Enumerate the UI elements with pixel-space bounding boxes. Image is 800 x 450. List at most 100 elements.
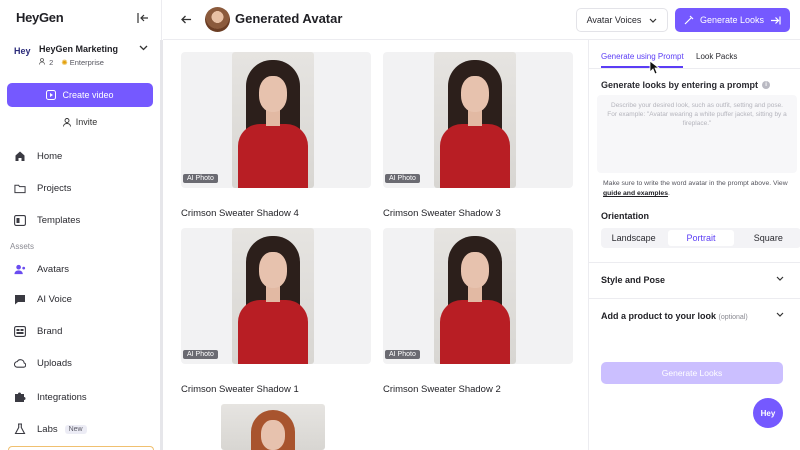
members-icon xyxy=(39,58,45,65)
collapse-sidebar-button[interactable] xyxy=(134,10,152,26)
chat-support-button[interactable]: Hey xyxy=(753,398,783,428)
orientation-landscape[interactable]: Landscape xyxy=(601,228,666,248)
page-title: Generated Avatar xyxy=(235,11,343,26)
page-header: Generated Avatar Avatar Voices Generate … xyxy=(163,0,800,40)
nav-item-uploads[interactable]: Uploads xyxy=(14,354,72,372)
avatar-icon xyxy=(14,263,26,275)
generated-looks-grid: AI Photo Crimson Sweater Shadow 4 AI Pho… xyxy=(163,40,588,450)
nav-label: Brand xyxy=(37,325,63,337)
orientation-selector: Landscape Portrait Square xyxy=(601,228,800,248)
tab-divider xyxy=(589,68,800,69)
add-product-accordion[interactable]: Add a product to your look (optional) xyxy=(589,298,800,334)
guide-link[interactable]: guide and examples xyxy=(603,190,668,197)
chevron-down-icon xyxy=(139,45,148,51)
style-pose-accordion[interactable]: Style and Pose xyxy=(589,262,800,298)
voice-icon xyxy=(14,293,26,305)
nav-item-ai-voice[interactable]: AI Voice xyxy=(14,290,72,308)
nav-item-templates[interactable]: Templates xyxy=(14,211,80,229)
optional-label: (optional) xyxy=(718,314,748,321)
nav-item-brand[interactable]: Brand xyxy=(14,322,62,340)
look-title: Crimson Sweater Shadow 3 xyxy=(383,208,501,219)
orientation-square[interactable]: Square xyxy=(736,228,800,248)
workspace-switcher[interactable]: Hey HeyGen Marketing 2 ✺ Enterprise xyxy=(10,40,152,72)
invite-label: Invite xyxy=(75,117,98,127)
nav-label: Home xyxy=(37,150,63,162)
puzzle-icon xyxy=(14,391,26,403)
folder-icon xyxy=(14,182,26,194)
chevron-down-icon xyxy=(776,276,784,281)
enterprise-icon: ✺ xyxy=(61,58,68,67)
generate-looks-header-label: Generate Looks xyxy=(699,15,765,25)
nav-label: Projects xyxy=(37,182,72,194)
nav-item-home[interactable]: Home xyxy=(14,147,62,165)
video-icon xyxy=(46,90,57,100)
app-logo[interactable]: HeyGen xyxy=(16,10,64,25)
create-video-button[interactable]: Create video xyxy=(7,83,153,107)
chevron-down-icon xyxy=(650,18,657,23)
look-photo[interactable] xyxy=(434,52,516,188)
template-icon xyxy=(14,214,26,226)
hint-text: Make sure to write the word avatar in th… xyxy=(603,180,788,187)
back-button[interactable] xyxy=(178,11,194,27)
sidebar-bottom-banner[interactable] xyxy=(8,446,154,450)
person-icon xyxy=(62,117,71,127)
prompt-hint: Make sure to write the word avatar in th… xyxy=(603,179,793,199)
look-photo[interactable] xyxy=(434,228,516,364)
workspace-plan: Enterprise xyxy=(69,58,104,67)
active-tab-indicator xyxy=(601,66,683,68)
hint-end: . xyxy=(667,190,670,197)
nav-label: Integrations xyxy=(37,391,87,403)
nav-label: Uploads xyxy=(37,357,72,369)
ai-photo-tag: AI Photo xyxy=(183,174,218,183)
workspace-member-count: 2 xyxy=(49,58,54,67)
prompt-input[interactable] xyxy=(597,95,797,173)
upload-icon xyxy=(14,357,26,369)
info-icon[interactable]: i xyxy=(762,81,771,89)
workspace-logo: Hey xyxy=(14,46,31,56)
ai-photo-tag: AI Photo xyxy=(385,174,420,183)
prompt-label-text: Generate looks by entering a prompt xyxy=(601,80,759,90)
look-photo[interactable] xyxy=(232,228,314,364)
nav-label: Templates xyxy=(37,214,81,226)
orientation-label: Orientation xyxy=(601,211,650,221)
nav-item-labs[interactable]: Labs New xyxy=(14,420,87,438)
generate-panel: Generate using Prompt Look Packs Generat… xyxy=(588,40,800,450)
style-pose-label: Style and Pose xyxy=(601,275,666,285)
invite-button[interactable]: Invite xyxy=(7,113,153,131)
sidebar: HeyGen Hey HeyGen Marketing 2 ✺ Enterpri… xyxy=(0,0,162,450)
generate-looks-header-button[interactable]: Generate Looks xyxy=(675,8,790,32)
assets-section-label: Assets xyxy=(10,242,35,251)
nav-label: AI Voice xyxy=(37,293,72,305)
ai-photo-tag: AI Photo xyxy=(385,350,420,359)
nav-label: Avatars xyxy=(37,263,70,275)
nav-label: Labs xyxy=(37,423,58,435)
workspace-name: HeyGen Marketing xyxy=(39,44,119,54)
collapse-icon xyxy=(137,13,148,23)
look-title: Crimson Sweater Shadow 4 xyxy=(181,208,299,219)
generate-looks-button[interactable]: Generate Looks xyxy=(601,362,783,384)
tab-look-packs[interactable]: Look Packs xyxy=(696,52,737,61)
flask-icon xyxy=(14,423,26,435)
avatar xyxy=(205,7,230,32)
arrow-right-bar-icon xyxy=(771,16,781,24)
nav-item-integrations[interactable]: Integrations xyxy=(14,388,87,406)
brand-icon xyxy=(14,325,26,337)
avatar-voices-dropdown[interactable]: Avatar Voices xyxy=(576,8,668,32)
nav-item-avatars[interactable]: Avatars xyxy=(14,260,69,278)
wand-icon xyxy=(684,15,694,25)
create-video-label: Create video xyxy=(62,90,114,100)
look-title: Crimson Sweater Shadow 1 xyxy=(181,384,299,395)
add-product-title: Add a product to your look (optional) xyxy=(601,311,748,321)
tab-generate-using-prompt[interactable]: Generate using Prompt xyxy=(601,52,684,61)
home-icon xyxy=(14,150,26,162)
mouse-cursor-icon xyxy=(649,60,660,75)
look-photo[interactable] xyxy=(232,52,314,188)
add-product-label: Add a product to your look xyxy=(601,311,716,321)
look-photo[interactable] xyxy=(221,404,325,450)
nav-item-projects[interactable]: Projects xyxy=(14,179,71,197)
chevron-down-icon xyxy=(776,312,784,317)
workspace-meta: 2 ✺ Enterprise xyxy=(39,58,104,67)
prompt-box xyxy=(597,95,797,173)
avatar-voices-label: Avatar Voices xyxy=(586,15,642,25)
orientation-portrait[interactable]: Portrait xyxy=(668,230,734,246)
